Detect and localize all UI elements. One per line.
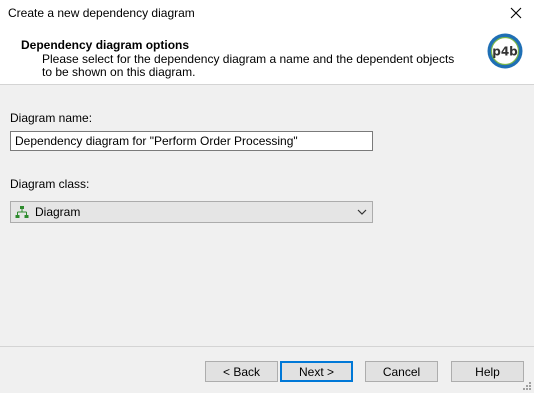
- help-button[interactable]: Help: [451, 361, 524, 382]
- title-bar: Create a new dependency diagram: [0, 0, 534, 28]
- header-subtitle: Please select for the dependency diagram…: [42, 52, 455, 79]
- next-button[interactable]: Next >: [280, 361, 353, 382]
- p4b-logo-icon: p4b: [487, 33, 523, 69]
- diagram-name-label: Diagram name:: [10, 111, 93, 125]
- resize-grip-icon[interactable]: [522, 381, 532, 391]
- logo-text: p4b: [492, 45, 518, 59]
- cancel-button[interactable]: Cancel: [365, 361, 438, 382]
- chevron-down-icon: [357, 209, 367, 215]
- diagram-hierarchy-icon: [15, 205, 29, 219]
- back-button[interactable]: < Back: [205, 361, 278, 382]
- close-icon: [510, 7, 522, 19]
- header-title: Dependency diagram options: [21, 38, 190, 52]
- footer-separator: [0, 346, 534, 347]
- diagram-class-value: Diagram: [35, 205, 81, 219]
- diagram-name-input[interactable]: [10, 131, 373, 151]
- close-button[interactable]: [504, 2, 528, 24]
- window-title: Create a new dependency diagram: [8, 6, 195, 20]
- diagram-class-label: Diagram class:: [10, 177, 90, 191]
- diagram-class-select[interactable]: Diagram: [10, 201, 373, 223]
- wizard-header: Dependency diagram options Please select…: [0, 28, 534, 85]
